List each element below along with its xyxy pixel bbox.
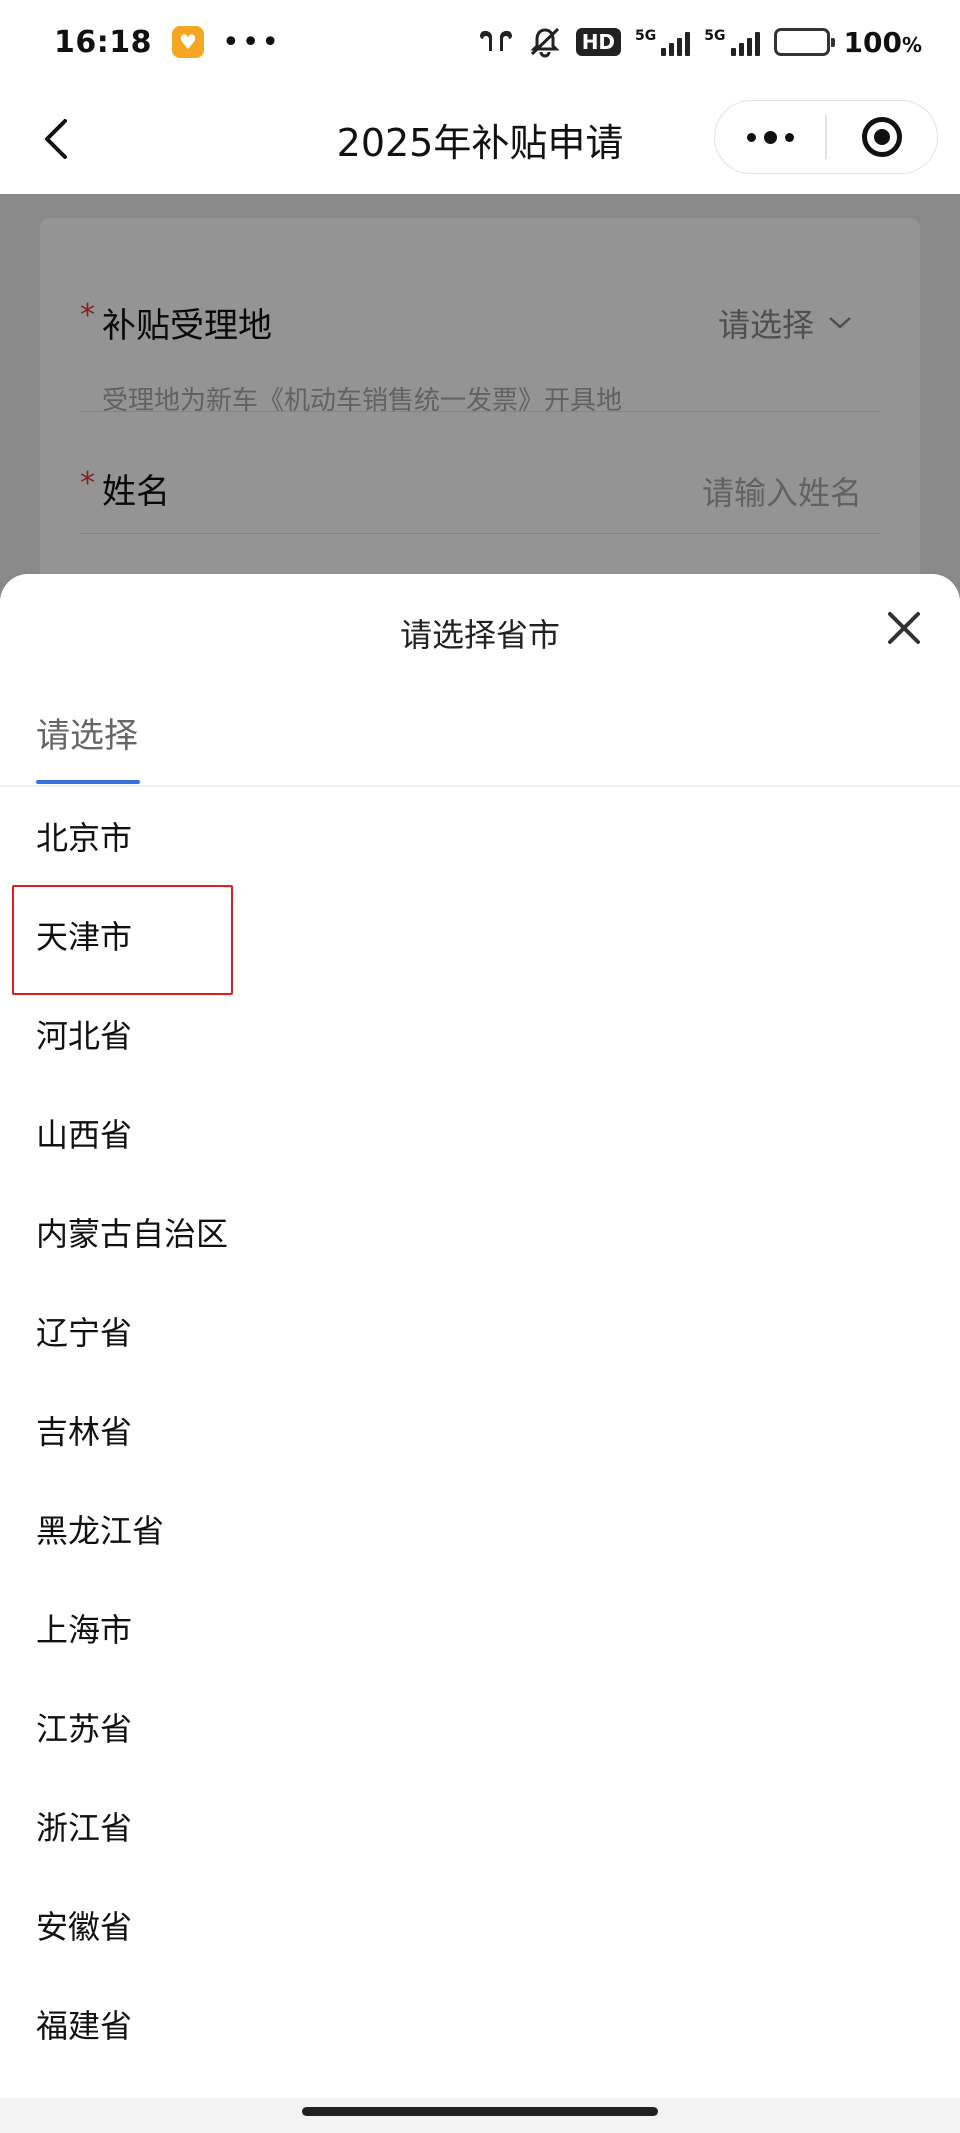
province-item-jilin[interactable]: 吉林省 <box>0 1380 960 1479</box>
province-item-jiangsu[interactable]: 江苏省 <box>0 1677 960 1776</box>
notification-app-icon: ♥ <box>172 26 204 58</box>
nav-header: 2025年补贴申请 <box>0 84 960 194</box>
status-right: HD 5G 5G 100% <box>478 26 922 59</box>
mini-program-capsule <box>714 100 938 174</box>
province-item-inner-mongolia[interactable]: 内蒙古自治区 <box>0 1182 960 1281</box>
back-button[interactable] <box>36 114 76 164</box>
sheet-title: 请选择省市 <box>399 616 560 654</box>
more-dots-icon <box>746 130 794 144</box>
close-miniprogram-button[interactable] <box>827 101 937 173</box>
province-item-shanxi[interactable]: 山西省 <box>0 1083 960 1182</box>
tab-select[interactable]: 请选择 <box>36 708 138 757</box>
province-item-heilongjiang[interactable]: 黑龙江省 <box>0 1479 960 1578</box>
home-indicator[interactable] <box>302 2107 658 2116</box>
province-picker-sheet: 请选择省市 请选择 北京市 天津市 河北省 山西省 内蒙古自治区 辽宁省 吉林省… <box>0 574 960 2133</box>
network-label-1: 5G <box>635 28 657 44</box>
signal-icon-1: 5G <box>635 28 691 56</box>
battery-icon <box>773 28 835 56</box>
province-item-fujian[interactable]: 福建省 <box>0 1974 960 2073</box>
close-icon <box>888 612 920 644</box>
province-item-tianjin[interactable]: 天津市 <box>0 885 960 984</box>
province-item-shanghai[interactable]: 上海市 <box>0 1578 960 1677</box>
chevron-left-icon <box>45 119 67 159</box>
status-bar: 16:18 ♥ ••• HD 5G 5G 100% <box>0 0 960 84</box>
signal-icon-2: 5G <box>704 28 760 56</box>
earbuds-icon <box>478 27 514 57</box>
status-more-dots: ••• <box>222 24 282 60</box>
mute-bell-icon <box>528 26 562 58</box>
hd-voice-badge: HD <box>575 28 622 56</box>
battery-percent: 100% <box>843 25 923 59</box>
tab-underline <box>36 780 140 784</box>
more-menu-button[interactable] <box>715 101 825 173</box>
province-item-liaoning[interactable]: 辽宁省 <box>0 1281 960 1380</box>
province-item-zhejiang[interactable]: 浙江省 <box>0 1776 960 1875</box>
province-item-anhui[interactable]: 安徽省 <box>0 1875 960 1974</box>
status-time: 16:18 <box>54 24 152 60</box>
target-icon <box>861 117 902 157</box>
network-label-2: 5G <box>704 28 726 44</box>
page-title: 2025年补贴申请 <box>336 120 624 165</box>
province-item-hebei[interactable]: 河北省 <box>0 984 960 1083</box>
province-item-beijing[interactable]: 北京市 <box>0 786 960 885</box>
close-button[interactable] <box>884 608 924 648</box>
province-list: 北京市 天津市 河北省 山西省 内蒙古自治区 辽宁省 吉林省 黑龙江省 上海市 … <box>0 786 960 2073</box>
